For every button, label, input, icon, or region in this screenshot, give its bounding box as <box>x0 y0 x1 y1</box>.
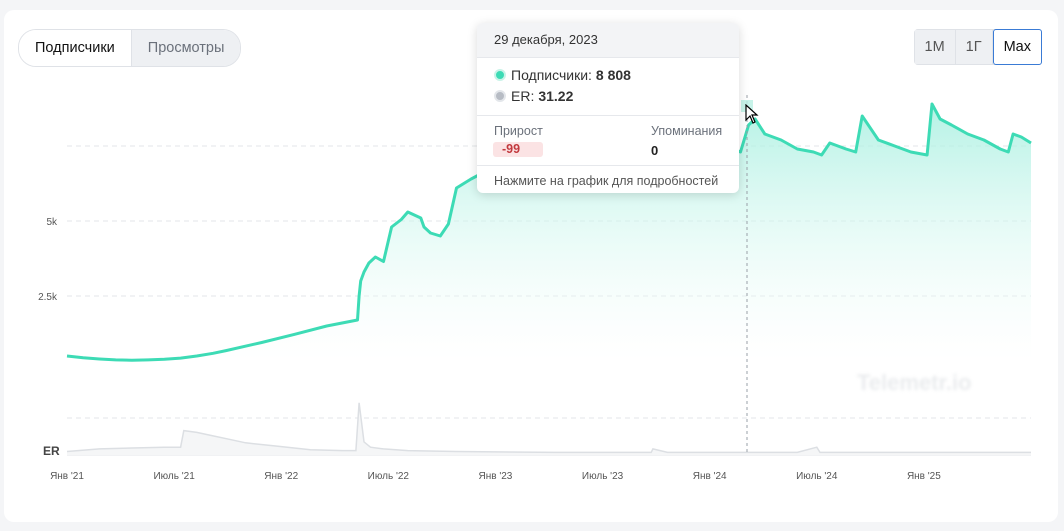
tooltip-divider <box>477 115 739 116</box>
x-tick-label: Янв '25 <box>907 471 941 482</box>
er-axis-label: ER <box>43 444 60 458</box>
tooltip-footer: Нажмите на график для подробностей <box>494 174 719 188</box>
tooltip-subs-label: Подписчики: <box>511 67 592 83</box>
er-area <box>67 402 1031 455</box>
tooltip-divider-2 <box>477 165 739 166</box>
x-tick-label: Июль '22 <box>368 471 410 482</box>
x-tick-label: Июль '23 <box>582 471 624 482</box>
tooltip-growth-value: -99 <box>493 142 543 157</box>
x-tick-label: Июль '21 <box>153 471 195 482</box>
subscribers-dot-icon <box>494 69 506 81</box>
x-tick-label: Янв '22 <box>264 471 298 482</box>
tooltip-mentions-value: 0 <box>651 143 659 158</box>
x-tick-label: Янв '23 <box>479 471 513 482</box>
watermark-logo: Telemetr.io <box>857 370 972 395</box>
x-tick-label: Янв '24 <box>693 471 727 482</box>
tooltip-growth-label: Прирост <box>494 124 543 138</box>
tooltip-er-row: ER: 31.22 <box>494 88 573 104</box>
tooltip-er-value: 31.22 <box>538 88 574 104</box>
y-tick-label: 2.5k <box>38 292 58 303</box>
er-dot-icon <box>494 90 506 102</box>
mouse-cursor-icon <box>745 104 759 124</box>
tooltip-er-label: ER: <box>511 88 535 104</box>
x-tick-label: Июль '24 <box>796 471 838 482</box>
x-tick-label: Янв '21 <box>50 471 84 482</box>
y-tick-label: 5k <box>46 217 58 228</box>
tooltip-date: 29 декабря, 2023 <box>477 23 739 58</box>
tooltip-subs-value: 8 808 <box>595 67 631 83</box>
tooltip-subscribers-row: Подписчики: 8 808 <box>494 67 631 83</box>
chart-tooltip: 29 декабря, 2023 Подписчики: 8 808 ER: 3… <box>477 23 739 193</box>
tooltip-mentions-label: Упоминания <box>651 124 723 138</box>
